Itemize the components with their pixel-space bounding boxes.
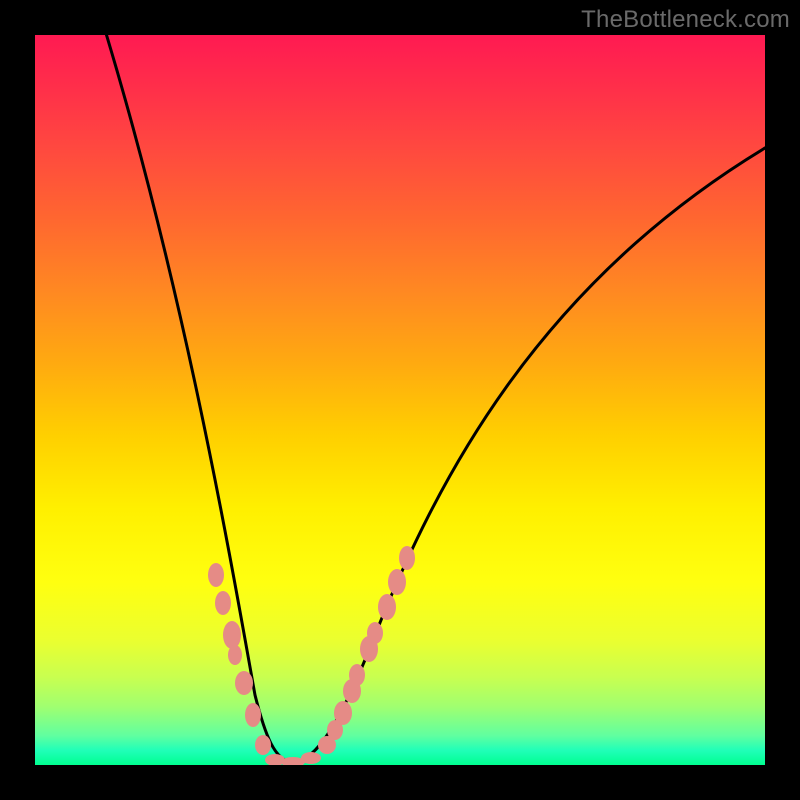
data-marker <box>399 546 415 570</box>
data-marker <box>245 703 261 727</box>
data-marker <box>208 563 224 587</box>
data-marker <box>235 671 253 695</box>
data-marker <box>388 569 406 595</box>
chart-svg <box>35 35 765 765</box>
data-marker <box>334 701 352 725</box>
data-marker <box>223 621 241 649</box>
data-marker <box>301 752 321 764</box>
data-marker <box>228 645 242 665</box>
data-marker <box>349 664 365 686</box>
chart-frame: TheBottleneck.com <box>0 0 800 800</box>
data-marker <box>378 594 396 620</box>
marker-group <box>208 546 415 765</box>
data-marker <box>215 591 231 615</box>
plot-area <box>35 35 765 765</box>
data-marker <box>367 622 383 644</box>
data-marker <box>255 735 271 755</box>
curve-line <box>105 35 765 762</box>
watermark-text: TheBottleneck.com <box>581 6 790 34</box>
